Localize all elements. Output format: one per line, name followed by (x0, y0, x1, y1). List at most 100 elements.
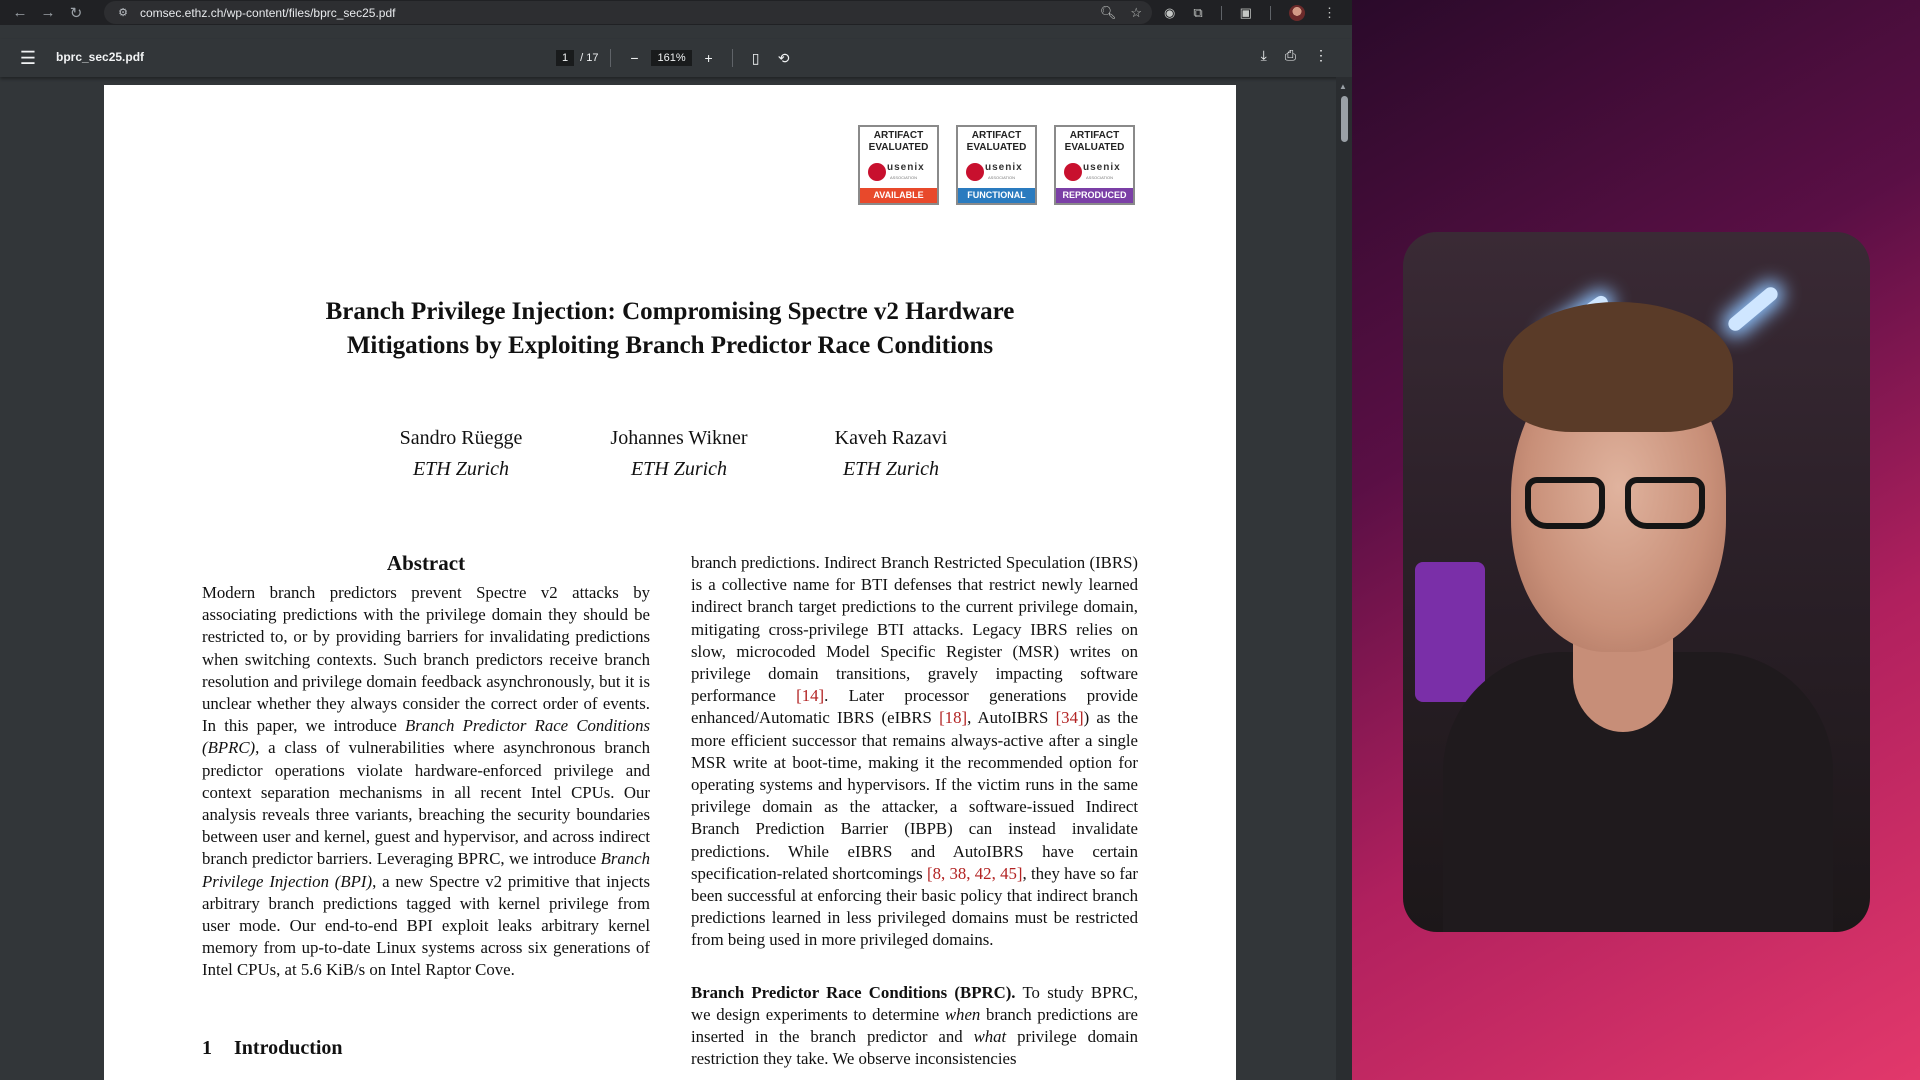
title-line-1: Branch Privilege Injection: Compromising… (325, 298, 1015, 325)
toolbar-separator (610, 49, 612, 67)
print-icon[interactable]: ⎙ (1285, 47, 1296, 64)
abstract-part: Modern branch predictors prevent Spectre… (202, 583, 650, 736)
author-affiliation: ETH Zurich (412, 458, 510, 480)
badge-assoc: ASSOCIATION (1086, 175, 1114, 180)
pdf-center-controls: 1 / 17 − 161% + ▯ ⟲ (556, 46, 795, 70)
badge-reproduced: ARTIFACT EVALUATED usenix ASSOCIATION REP… (1054, 125, 1135, 205)
title-line-2: Mitigations by Exploiting Branch Predict… (346, 332, 994, 359)
browser-window: ← → ↻ ⚙ comsec.ethz.ch/wp-content/files/… (0, 0, 1352, 1080)
scrollbar-thumb[interactable] (1341, 96, 1348, 142)
extension-area: ◉ ⧉ ▣ ⋮ (1164, 0, 1336, 25)
nav-buttons: ← → ↻ (6, 0, 90, 25)
body-emphasis: when (944, 1004, 981, 1024)
badge-band: AVAILABLE (860, 188, 937, 203)
page-number-input[interactable]: 1 (556, 50, 575, 66)
paragraph-heading: Branch Predictor Race Conditions (BPRC). (691, 982, 1016, 1002)
badge-line2: EVALUATED (1064, 142, 1125, 153)
pdf-filename: bprc_sec25.pdf (56, 50, 145, 64)
pdf-toolbar: ☰ bprc_sec25.pdf 1 / 17 − 161% + ▯ ⟲ ⤓ ⎙… (0, 39, 1352, 77)
right-column: branch predictions. Indirect Branch Rest… (691, 552, 1138, 1070)
badge-line1: ARTIFACT (873, 130, 924, 141)
usenix-logo-icon (966, 163, 984, 181)
toolbar-separator (731, 49, 733, 67)
author-2: Johannes Wikner ETH Zurich (569, 425, 789, 483)
badge-band: FUNCTIONAL (958, 188, 1035, 203)
citation-link[interactable]: [14] (796, 686, 824, 705)
site-info-icon[interactable]: ⚙ (112, 6, 134, 19)
badge-org: usenix (1083, 162, 1121, 173)
artifact-badges: ARTIFACT EVALUATED usenix ASSOCIATION AVA… (858, 125, 1135, 205)
browser-toolbar: ← → ↻ ⚙ comsec.ethz.ch/wp-content/files/… (0, 0, 1352, 25)
bprc-paragraph: Branch Predictor Race Conditions (BPRC).… (691, 982, 1138, 1071)
zoom-out-button[interactable]: − (623, 50, 645, 66)
url-text[interactable]: comsec.ethz.ch/wp-content/files/bprc_sec… (140, 6, 395, 20)
pdf-page: ARTIFACT EVALUATED usenix ASSOCIATION AVA… (104, 85, 1236, 1080)
badge-line2: EVALUATED (868, 142, 929, 153)
badge-line1: ARTIFACT (971, 130, 1022, 141)
neon-light (1725, 284, 1781, 334)
badge-org: usenix (887, 162, 925, 173)
presenter-hair (1503, 302, 1733, 432)
citation-link[interactable]: [8, 38, 42, 45] (927, 864, 1022, 883)
body-emphasis: what (973, 1027, 1007, 1047)
toolbar-divider (1269, 5, 1271, 20)
extension-icon[interactable]: ◉ (1164, 5, 1175, 21)
webcam-overlay (1403, 232, 1870, 932)
paper-title: Branch Privilege Injection: Compromising… (104, 295, 1236, 363)
forward-icon[interactable]: → (34, 0, 62, 25)
profile-avatar[interactable] (1288, 4, 1305, 21)
author-3: Kaveh Razavi ETH Zurich (781, 425, 1001, 483)
left-column: Abstract Modern branch predictors preven… (202, 550, 650, 982)
badge-assoc: ASSOCIATION (890, 175, 918, 180)
body-text: branch predictions. Indirect Branch Rest… (691, 553, 1138, 706)
reload-icon[interactable]: ↻ (62, 0, 90, 25)
author-name: Johannes Wikner (610, 427, 748, 449)
download-icon[interactable]: ⤓ (1261, 47, 1267, 64)
badge-functional: ARTIFACT EVALUATED usenix ASSOCIATION FUN… (956, 125, 1037, 205)
page-total: / 17 (580, 52, 599, 64)
body-text: ) as the more efficient successor that r… (691, 708, 1139, 883)
badge-band: REPRODUCED (1056, 188, 1133, 203)
author-1: Sandro Rüegge ETH Zurich (351, 425, 571, 483)
body-text: , AutoIBRS (967, 708, 1056, 728)
glasses-icon (1525, 477, 1605, 529)
author-affiliation: ETH Zurich (842, 458, 940, 480)
zoom-icon[interactable]: 🔍︎ (1100, 5, 1117, 21)
rotate-icon[interactable]: ⟲ (773, 50, 795, 67)
author-name: Kaveh Razavi (834, 427, 948, 449)
scroll-up-arrow-icon[interactable]: ▲ (1339, 82, 1347, 91)
abstract-heading: Abstract (386, 551, 466, 575)
pdf-right-controls: ⤓ ⎙ ⋮ (1261, 47, 1328, 64)
section-title: Introduction (234, 1037, 343, 1059)
section-number: 1 (202, 1037, 212, 1059)
badge-line1: ARTIFACT (1069, 130, 1120, 141)
citation-link[interactable]: [18] (939, 708, 967, 727)
introduction-heading: 1 Introduction (202, 1037, 343, 1060)
background-sign (1415, 562, 1485, 702)
abstract-text: Modern branch predictors prevent Spectre… (202, 582, 650, 982)
toolbar-divider (1220, 5, 1222, 20)
body-paragraph: branch predictions. Indirect Branch Rest… (691, 552, 1138, 952)
badge-org: usenix (985, 162, 1023, 173)
glasses-icon (1625, 477, 1705, 529)
tab-search-icon[interactable]: ▣ (1240, 5, 1252, 21)
more-options-icon[interactable]: ⋮ (1314, 47, 1328, 64)
star-icon[interactable]: ☆ (1130, 5, 1142, 21)
scrollbar-track[interactable] (1336, 77, 1352, 1080)
puzzle-icon[interactable]: ⧉ (1193, 5, 1202, 21)
citation-link[interactable]: [34] (1056, 708, 1084, 727)
author-name: Sandro Rüegge (399, 427, 523, 449)
usenix-logo-icon (868, 163, 886, 181)
fit-page-icon[interactable]: ▯ (745, 50, 767, 67)
address-bar[interactable]: ⚙ comsec.ethz.ch/wp-content/files/bprc_s… (104, 1, 1152, 24)
zoom-in-button[interactable]: + (698, 50, 720, 66)
menu-icon[interactable]: ☰ (16, 47, 40, 69)
more-icon[interactable]: ⋮ (1323, 5, 1336, 21)
zoom-level-input[interactable]: 161% (651, 50, 692, 66)
badge-assoc: ASSOCIATION (988, 175, 1016, 180)
badge-available: ARTIFACT EVALUATED usenix ASSOCIATION AVA… (858, 125, 939, 205)
back-icon[interactable]: ← (6, 0, 34, 25)
badge-line2: EVALUATED (966, 142, 1027, 153)
omnibox-actions: 🔍︎ ☆ (1100, 1, 1142, 24)
abstract-part: , a class of vulnerabilities where async… (202, 738, 650, 869)
